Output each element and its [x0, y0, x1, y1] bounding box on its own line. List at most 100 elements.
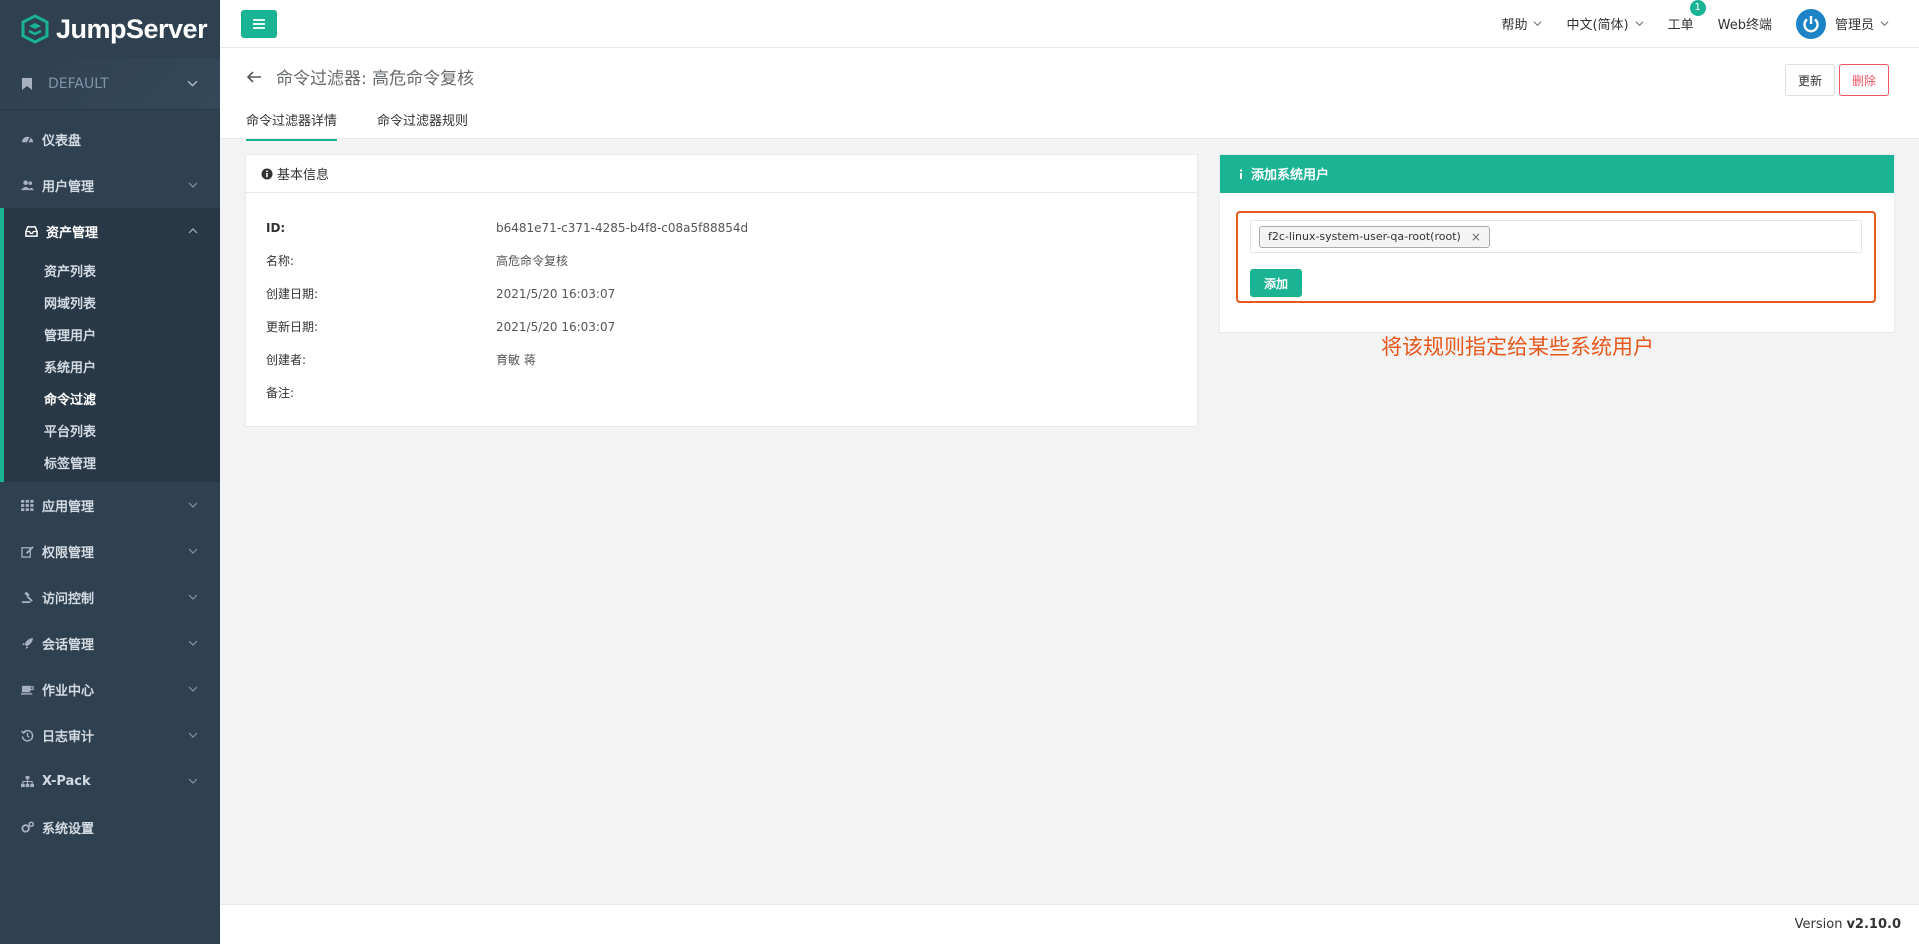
- gavel-icon: [20, 590, 34, 604]
- info-key: ID:: [266, 220, 286, 235]
- tab-filter-detail[interactable]: 命令过滤器详情: [246, 110, 338, 141]
- sidebar-item-sessions[interactable]: 会话管理: [0, 620, 220, 666]
- sidebar-item-label: X-Pack: [42, 773, 91, 789]
- annotation-text: 将该规则指定给某些系统用户: [1381, 335, 1654, 359]
- info-key: 创建者:: [266, 353, 307, 367]
- sidebar-subitem-labels[interactable]: 标签管理: [4, 446, 220, 478]
- info-row-id: ID: b6481e71-c371-4285-b4f8-c08a5f88854d: [266, 211, 1177, 244]
- add-button[interactable]: 添加: [1250, 269, 1303, 297]
- tab-filter-rules[interactable]: 命令过滤器规则: [377, 110, 468, 141]
- edit-icon: [20, 544, 34, 558]
- rocket-icon: [20, 636, 34, 650]
- chevron-down-icon: [188, 594, 198, 600]
- sidebar-item-users[interactable]: 用户管理: [0, 162, 220, 208]
- sidebar-item-access-control[interactable]: 访问控制: [0, 574, 220, 620]
- basic-info-panel: 基本信息 ID: b6481e71-c371-4285-b4f8-c08a5f8…: [245, 154, 1198, 427]
- version-number: v2.10.0: [1846, 917, 1901, 932]
- web-terminal-label: Web终端: [1717, 18, 1772, 33]
- sidebar-subitem-admin-users[interactable]: 管理用户: [4, 318, 220, 350]
- sidebar-item-settings[interactable]: 系统设置: [0, 804, 220, 850]
- chevron-down-icon: [188, 640, 198, 646]
- add-system-user-panel: 添加系统用户 f2c-linux-system-user-qa-root(roo…: [1219, 154, 1895, 333]
- info-icon: [1239, 168, 1243, 179]
- org-selector[interactable]: DEFAULT: [0, 58, 220, 110]
- hamburger-icon: [253, 18, 265, 29]
- sidebar-item-dashboard[interactable]: 仪表盘: [0, 116, 220, 162]
- sidebar-subitem-command-filters[interactable]: 命令过滤: [4, 382, 220, 414]
- info-key: 更新日期:: [266, 320, 319, 334]
- tag-remove-icon[interactable]: ×: [1471, 230, 1481, 244]
- user-dropdown[interactable]: 管理员: [1795, 8, 1889, 39]
- org-label: DEFAULT: [48, 75, 109, 92]
- dashboard-icon: [20, 132, 34, 146]
- info-key: 备注:: [266, 386, 295, 400]
- panel-title: 基本信息: [277, 168, 330, 183]
- sidebar-item-audits[interactable]: 日志审计: [0, 712, 220, 758]
- inbox-icon: [24, 224, 38, 238]
- info-table: ID: b6481e71-c371-4285-b4f8-c08a5f88854d…: [246, 193, 1197, 427]
- footer: Version v2.10.0: [220, 904, 1919, 944]
- sidebar-item-jobs[interactable]: 作业中心: [0, 666, 220, 712]
- sidebar-group-assets: 资产管理 资产列表 网域列表 管理用户 系统用户 命令过滤 平台列表 标签管理: [0, 208, 220, 482]
- sidebar-item-assets[interactable]: 资产管理: [4, 208, 220, 254]
- top-right-menu: 帮助 中文(简体) 工单 1 Web终端 管理员: [1477, 0, 1919, 48]
- sidebar-subitem-system-users[interactable]: 系统用户: [4, 350, 220, 382]
- page-title: 命令过滤器: 高危命令复核: [276, 69, 475, 89]
- version-label: Version: [1794, 917, 1843, 932]
- info-circle-icon: [261, 168, 273, 179]
- panel-title: 添加系统用户: [1251, 168, 1330, 183]
- tickets-link[interactable]: 工单 1: [1667, 0, 1706, 33]
- help-label: 帮助: [1501, 18, 1528, 33]
- detail-tabs: 命令过滤器详情 命令过滤器规则: [246, 110, 508, 141]
- update-button[interactable]: 更新: [1784, 64, 1835, 96]
- chevron-down-icon: [1533, 21, 1542, 27]
- web-terminal-link[interactable]: Web终端: [1718, 14, 1772, 33]
- selected-system-user-tag: f2c-linux-system-user-qa-root(root) ×: [1259, 225, 1490, 248]
- logo[interactable]: JumpServer: [0, 0, 220, 58]
- top-navbar: 帮助 中文(简体) 工单 1 Web终端 管理员: [220, 0, 1919, 48]
- info-value: 育敏 蒋: [496, 353, 536, 367]
- sidebar-subitem-platforms[interactable]: 平台列表: [4, 414, 220, 446]
- info-value: 2021/5/20 16:03:07: [496, 319, 616, 334]
- sidebar-item-label: 会话管理: [42, 637, 95, 653]
- tickets-label: 工单: [1667, 18, 1694, 33]
- language-dropdown[interactable]: 中文(简体): [1566, 14, 1644, 33]
- sidebar-item-label: 应用管理: [42, 499, 95, 515]
- grid-icon: [20, 498, 34, 512]
- sidebar-item-label: 资产管理: [46, 225, 99, 241]
- info-row-name: 名称: 高危命令复核: [266, 244, 1177, 277]
- sidebar-item-label: 日志审计: [42, 729, 95, 745]
- chevron-down-icon: [188, 686, 198, 692]
- sidebar-nav: 仪表盘 用户管理 资产管理 资产列表 网域列表 管理用户 系统用户 命令过滤 平…: [0, 116, 220, 850]
- tag-label: f2c-linux-system-user-qa-root(root): [1268, 230, 1461, 243]
- sidebar-item-label: 用户管理: [42, 179, 95, 195]
- annotation-highlight-box: f2c-linux-system-user-qa-root(root) × 添加: [1236, 211, 1876, 303]
- sidebar-subitem-domain-list[interactable]: 网域列表: [4, 286, 220, 318]
- sidebar-item-permissions[interactable]: 权限管理: [0, 528, 220, 574]
- sidebar-subitem-asset-list[interactable]: 资产列表: [4, 254, 220, 286]
- sidebar-item-label: 作业中心: [42, 683, 95, 699]
- panel-header: 基本信息: [246, 155, 1197, 193]
- title-row: 命令过滤器: 高危命令复核: [246, 64, 474, 89]
- sidebar-item-applications[interactable]: 应用管理: [0, 482, 220, 528]
- system-user-select[interactable]: f2c-linux-system-user-qa-root(root) ×: [1250, 220, 1862, 253]
- delete-button[interactable]: 删除: [1838, 64, 1889, 96]
- page-header: 命令过滤器: 高危命令复核 命令过滤器详情 命令过滤器规则 更新 删除: [220, 48, 1919, 141]
- chevron-down-icon: [187, 80, 198, 87]
- info-row-creator: 创建者: 育敏 蒋: [266, 343, 1177, 376]
- chevron-up-icon: [188, 228, 198, 234]
- sidebar-item-label: 系统设置: [42, 821, 95, 837]
- info-key: 名称:: [266, 254, 295, 268]
- sidebar-toggle-button[interactable]: [241, 9, 277, 38]
- header-actions: 更新 删除: [1781, 64, 1889, 96]
- back-arrow-icon[interactable]: [246, 69, 262, 85]
- coffee-icon: [20, 682, 34, 696]
- jumpserver-logo-icon: [21, 14, 49, 44]
- app-name: JumpServer: [56, 13, 208, 44]
- sidebar-item-xpack[interactable]: X-Pack: [0, 758, 220, 804]
- avatar: [1795, 8, 1826, 39]
- chevron-down-icon: [188, 732, 198, 738]
- help-dropdown[interactable]: 帮助: [1501, 14, 1542, 33]
- info-row-created: 创建日期: 2021/5/20 16:03:07: [266, 277, 1177, 310]
- chevron-down-icon: [188, 778, 198, 784]
